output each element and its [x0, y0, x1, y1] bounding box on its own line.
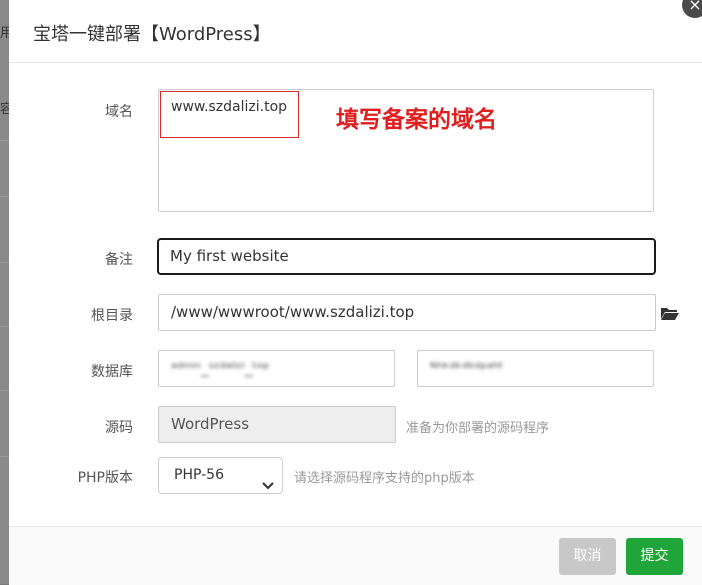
root-input[interactable]: /www/wwwroot/www.szdalizi.top: [158, 294, 656, 331]
php-version-select[interactable]: PHP-56: [158, 457, 283, 494]
database-password-value: ᴺʰᵏᵈᵏᵈᵇᵈᵖᵃʰᵗ: [430, 359, 504, 377]
deploy-dialog: 宝塔一键部署【WordPress】 域名 www.szdalizi.top 填写…: [9, 0, 702, 585]
remark-label: 备注: [105, 252, 133, 268]
domain-annotation: 填写备案的域名: [336, 107, 497, 133]
dialog-title: 宝塔一键部署【WordPress】: [33, 24, 271, 45]
database-user-input[interactable]: ᵃᵈᵐⁱⁿ_ˢᶻᵈᵃˡⁱᶻⁱ_ᵗᵒᵖ: [158, 350, 395, 387]
source-input: WordPress: [158, 406, 396, 443]
database-user-value: ᵃᵈᵐⁱⁿ_ˢᶻᵈᵃˡⁱᶻⁱ_ᵗᵒᵖ: [171, 359, 270, 377]
database-label: 数据库: [91, 364, 133, 380]
highlight-box: [160, 91, 299, 138]
submit-button[interactable]: 提交: [626, 538, 683, 575]
cancel-button[interactable]: 取消: [559, 538, 616, 575]
source-label: 源码: [105, 420, 133, 436]
dialog-header: 宝塔一键部署【WordPress】: [9, 0, 702, 63]
remark-input[interactable]: My first website: [157, 238, 656, 275]
domain-label: 域名: [105, 104, 133, 120]
php-version-value: PHP-56: [174, 467, 224, 483]
chevron-down-icon: [262, 470, 274, 505]
root-label: 根目录: [91, 308, 133, 324]
source-hint: 准备为你部署的源码程序: [406, 421, 550, 436]
php-hint: 请选择源码程序支持的php版本: [294, 471, 475, 486]
folder-open-icon[interactable]: [660, 305, 680, 325]
database-password-input[interactable]: ᴺʰᵏᵈᵏᵈᵇᵈᵖᵃʰᵗ: [417, 350, 654, 387]
php-label: PHP版本: [77, 470, 133, 486]
